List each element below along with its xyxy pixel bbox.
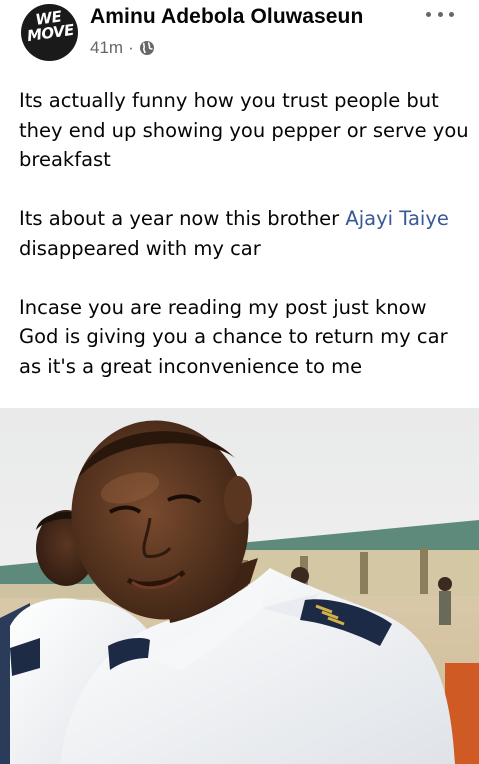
post-photo[interactable] <box>0 408 479 764</box>
post-card: WE MOVE Aminu Adebola Oluwaseun 41m · Its… <box>0 0 479 764</box>
globe-icon[interactable] <box>139 40 155 56</box>
more-dot <box>449 11 454 17</box>
more-dot <box>426 11 431 17</box>
post-paragraph-with-mention: Its about a year now this brother Ajayi … <box>19 204 469 263</box>
more-options-icon[interactable] <box>426 2 454 26</box>
author-avatar[interactable]: WE MOVE <box>21 4 78 61</box>
post-meta: 41m · <box>90 38 155 58</box>
more-dot <box>437 11 443 17</box>
author-name[interactable]: Aminu Adebola Oluwaseun <box>90 5 363 29</box>
post-body: Its actually funny how you trust people … <box>19 86 469 411</box>
photo-image <box>0 408 479 764</box>
paragraph-text: Its about a year now this brother <box>19 207 346 230</box>
meta-separator: · <box>128 38 134 57</box>
post-header: WE MOVE Aminu Adebola Oluwaseun 41m · <box>0 0 479 70</box>
post-timestamp[interactable]: 41m <box>90 38 123 58</box>
avatar-logo: WE MOVE <box>25 7 75 46</box>
mention-link[interactable]: Ajayi Taiye <box>345 207 448 230</box>
post-paragraph: Incase you are reading my post just know… <box>19 295 448 378</box>
post-paragraph: Its actually funny how you trust people … <box>19 89 469 171</box>
